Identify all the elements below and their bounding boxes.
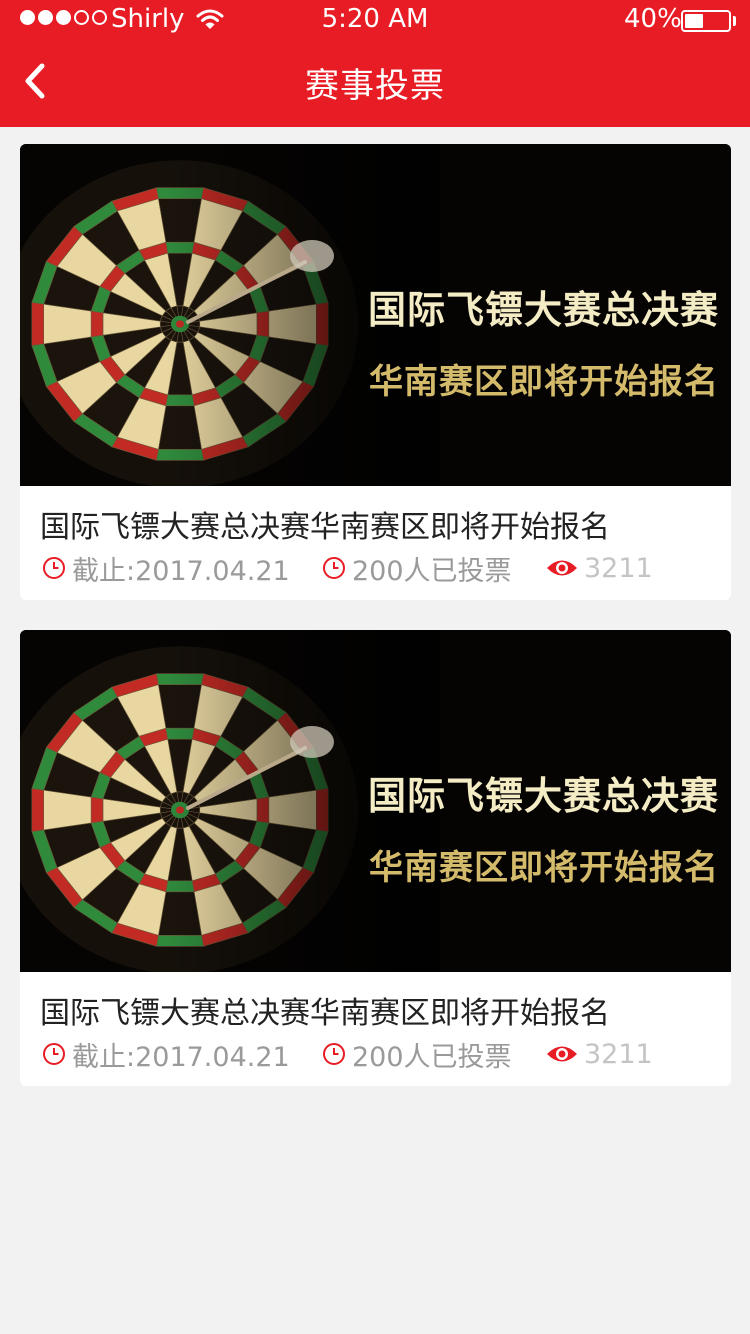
deadline-text: 截止:2017.04.21	[72, 555, 290, 587]
vote-count-text: 200人已投票	[352, 1041, 512, 1073]
view-count-text: 3211	[584, 552, 653, 584]
banner-headline: 国际飞镖大赛总决赛	[367, 774, 719, 818]
event-card[interactable]: 国际飞镖大赛总决赛 华南赛区即将开始报名 国际飞镖大赛总决赛华南赛区即将开始报名…	[20, 144, 731, 600]
nav-header: Shirly 5:20 AM 40% 赛事投票	[0, 0, 750, 127]
view-count-text: 3211	[584, 1038, 653, 1070]
vote-count-text: 200人已投票	[352, 555, 512, 587]
event-card[interactable]: 国际飞镖大赛总决赛 华南赛区即将开始报名 国际飞镖大赛总决赛华南赛区即将开始报名…	[20, 630, 731, 1086]
view-count-info: 3211	[546, 550, 653, 586]
clock-icon	[43, 557, 65, 579]
banner-headline: 国际飞镖大赛总决赛	[367, 288, 719, 332]
eye-icon	[547, 1046, 577, 1062]
battery-icon	[681, 10, 731, 32]
event-title: 国际飞镖大赛总决赛华南赛区即将开始报名	[40, 996, 610, 1031]
deadline-info: 截止:2017.04.21	[42, 550, 290, 587]
page-title: 赛事投票	[305, 66, 445, 106]
status-bar: Shirly 5:20 AM 40%	[0, 0, 750, 40]
deadline-text: 截止:2017.04.21	[72, 1041, 290, 1073]
event-banner-image: 国际飞镖大赛总决赛 华南赛区即将开始报名	[20, 144, 731, 486]
battery-nub	[733, 16, 736, 26]
event-title: 国际飞镖大赛总决赛华南赛区即将开始报名	[40, 510, 610, 545]
banner-subheadline: 华南赛区即将开始报名	[369, 362, 719, 402]
clock-icon	[323, 1043, 345, 1065]
eye-icon	[547, 560, 577, 576]
battery-percent: 40%	[624, 4, 682, 34]
vote-count-info: 200人已投票	[322, 1036, 512, 1073]
clock-icon	[323, 557, 345, 579]
vote-count-info: 200人已投票	[322, 550, 512, 587]
event-banner-image: 国际飞镖大赛总决赛 华南赛区即将开始报名	[20, 630, 731, 972]
view-count-info: 3211	[546, 1036, 653, 1072]
banner-subheadline: 华南赛区即将开始报名	[369, 848, 719, 888]
clock-icon	[43, 1043, 65, 1065]
deadline-info: 截止:2017.04.21	[42, 1036, 290, 1073]
